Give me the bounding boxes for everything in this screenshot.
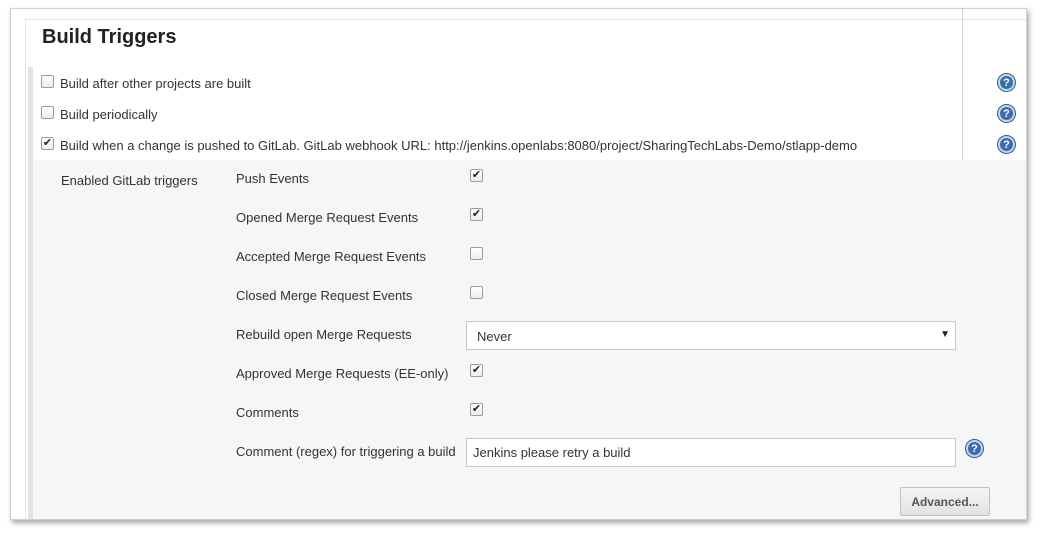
- gitlab-trigger-options: Enabled GitLab triggers Push Events ✔ Op…: [33, 160, 1026, 519]
- build-triggers-block: Build after other projects are built ? B…: [28, 67, 1026, 519]
- build-periodically-checkbox[interactable]: [41, 106, 54, 119]
- accepted-mr-events-checkbox[interactable]: [470, 247, 483, 260]
- push-events-checkbox[interactable]: ✔: [470, 169, 483, 182]
- build-after-other-projects-label[interactable]: Build after other projects are built: [60, 76, 251, 91]
- option-row-comment-regex: Comment (regex) for triggering a build ?: [33, 433, 1026, 472]
- jenkins-config-panel: Build Triggers Build after other project…: [10, 8, 1027, 520]
- accepted-mr-events-label: Accepted Merge Request Events: [236, 249, 427, 264]
- closed-mr-events-label: Closed Merge Request Events: [236, 288, 413, 303]
- opened-mr-events-checkbox[interactable]: ✔: [470, 208, 483, 221]
- help-icon[interactable]: ?: [998, 105, 1015, 122]
- comment-regex-label: Comment (regex) for triggering a build: [236, 444, 456, 459]
- section-divider: [25, 19, 1026, 20]
- section-left-border: [25, 19, 26, 519]
- trigger-row-periodically: Build periodically ?: [33, 98, 1026, 129]
- rebuild-open-mr-label: Rebuild open Merge Requests: [236, 327, 412, 342]
- comments-checkbox[interactable]: ✔: [470, 403, 483, 416]
- option-row-push-events: Push Events ✔: [33, 160, 1026, 199]
- option-row-approved-mr: Approved Merge Requests (EE-only) ✔: [33, 355, 1026, 394]
- option-row-rebuild-open-mr: Rebuild open Merge Requests Never ▼: [33, 316, 1026, 355]
- dropdown-caret-icon: ▼: [940, 329, 950, 340]
- gitlab-push-trigger-label[interactable]: Build when a change is pushed to GitLab.…: [60, 138, 857, 153]
- comments-label: Comments: [236, 405, 299, 420]
- advanced-button[interactable]: Advanced...: [900, 487, 990, 516]
- help-icon[interactable]: ?: [966, 440, 983, 457]
- option-row-comments: Comments ✔: [33, 394, 1026, 433]
- approved-mr-label: Approved Merge Requests (EE-only): [236, 366, 449, 381]
- trigger-row-after-other-projects: Build after other projects are built ?: [33, 67, 1026, 98]
- build-periodically-label[interactable]: Build periodically: [60, 107, 158, 122]
- option-row-opened-mr-events: Opened Merge Request Events ✔: [33, 199, 1026, 238]
- opened-mr-events-label: Opened Merge Request Events: [236, 210, 419, 225]
- section-title: Build Triggers: [42, 26, 177, 48]
- approved-mr-checkbox[interactable]: ✔: [470, 364, 483, 377]
- closed-mr-events-checkbox[interactable]: [470, 286, 483, 299]
- help-icon[interactable]: ?: [998, 74, 1015, 91]
- option-row-closed-mr-events: Closed Merge Request Events: [33, 277, 1026, 316]
- option-row-accepted-mr-events: Accepted Merge Request Events: [33, 238, 1026, 277]
- help-icon[interactable]: ?: [998, 136, 1015, 153]
- rebuild-open-mr-selected-value: Never: [477, 329, 512, 344]
- gitlab-push-trigger-checkbox[interactable]: ✔: [41, 137, 54, 150]
- rebuild-open-mr-select[interactable]: Never ▼: [466, 321, 956, 350]
- trigger-row-gitlab-push: ✔ Build when a change is pushed to GitLa…: [33, 129, 1026, 160]
- comment-regex-input[interactable]: [466, 438, 956, 467]
- build-after-other-projects-checkbox[interactable]: [41, 75, 54, 88]
- push-events-label: Push Events: [236, 171, 309, 186]
